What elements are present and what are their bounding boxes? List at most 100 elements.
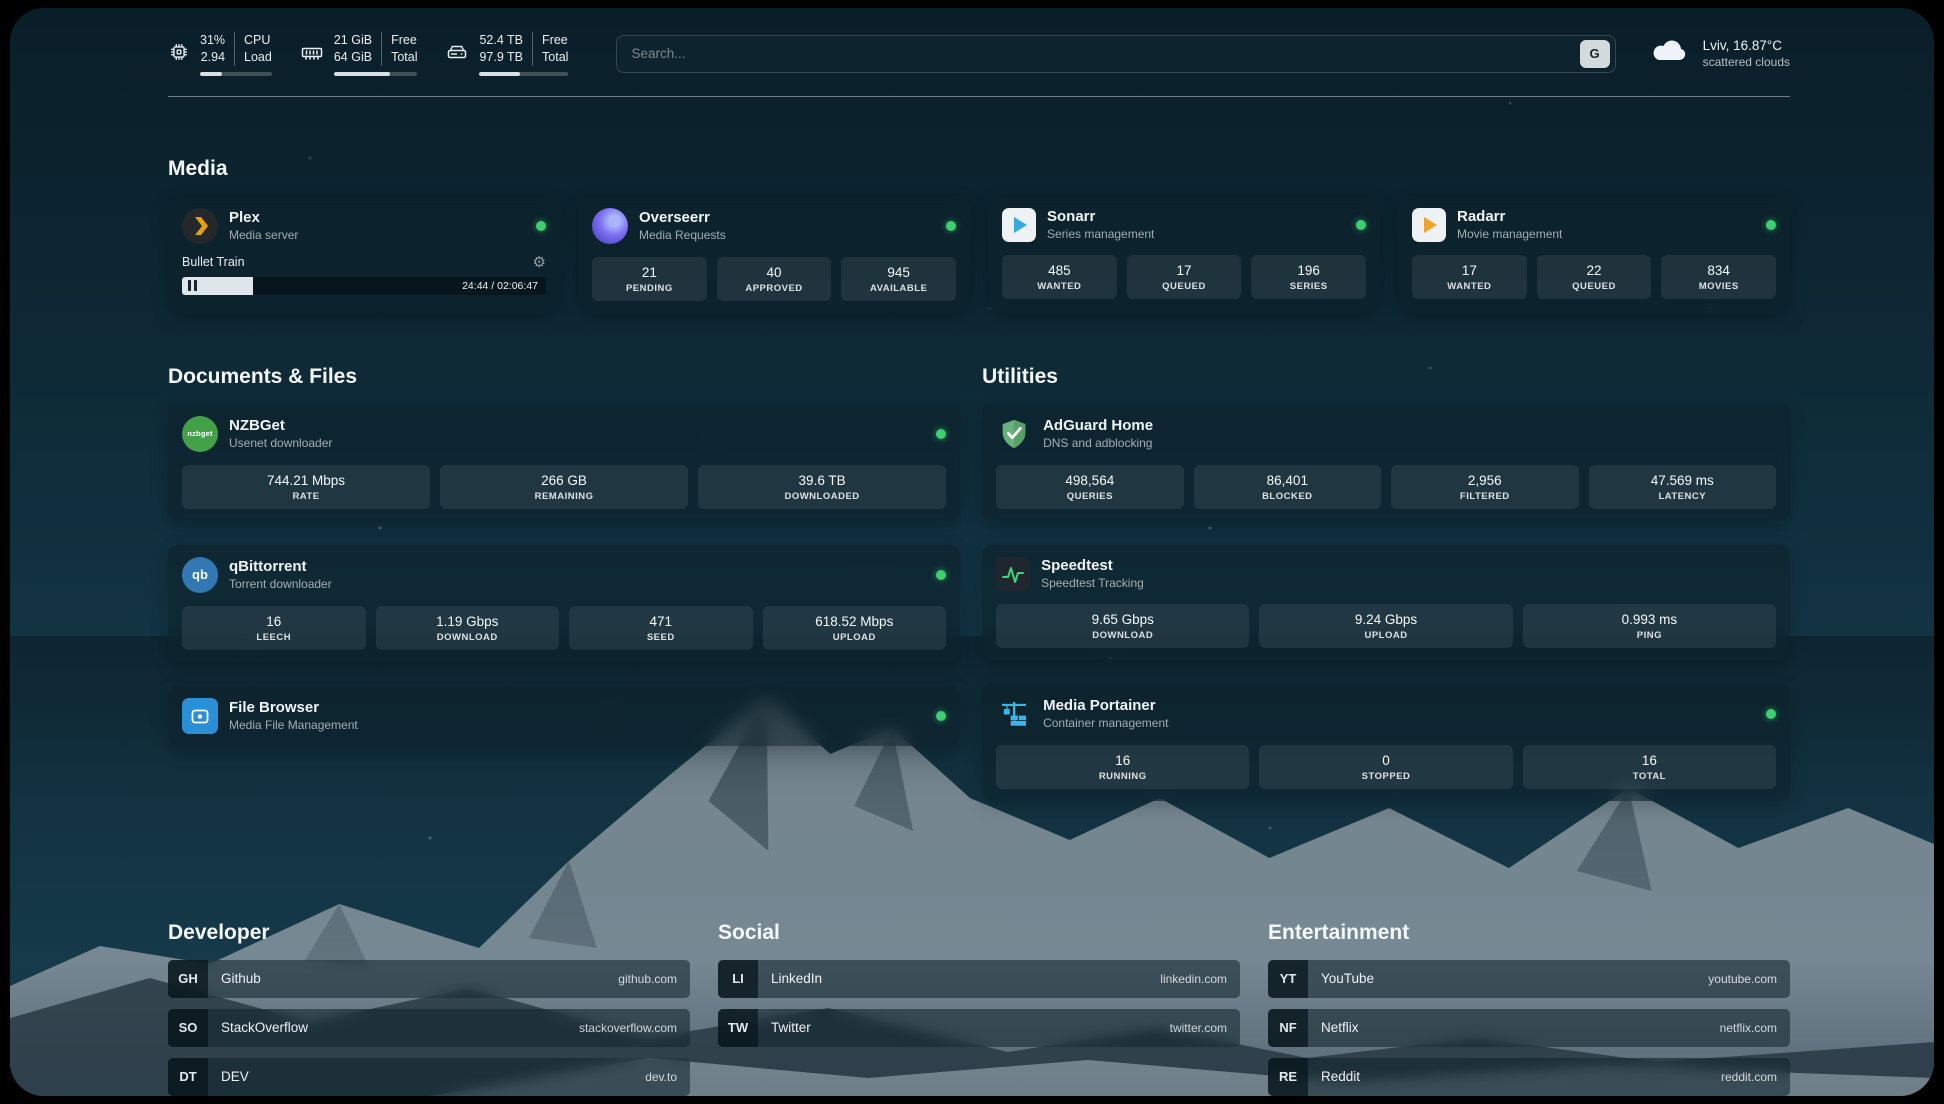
stat-value: 266 GB (444, 473, 684, 488)
search-engine-button[interactable]: G (1580, 40, 1610, 68)
section-title-entertainment: Entertainment (1268, 921, 1790, 945)
stats-row: 485 WANTED 17 QUEUED 196 SERIES (1002, 255, 1366, 299)
stat-value: 618.52 Mbps (767, 614, 943, 629)
bookmark-name: LinkedIn (771, 971, 822, 986)
status-online-dot (936, 429, 946, 439)
app-subtitle: Usenet downloader (229, 436, 332, 450)
app-card-qbittorrent[interactable]: qb qBittorrent Torrent downloader 16 (168, 545, 960, 662)
cpu-usage-label: CPU (244, 32, 270, 49)
stat-value: 2,956 (1395, 473, 1574, 488)
app-name: Sonarr (1047, 208, 1154, 225)
stat-label: MOVIES (1665, 281, 1772, 292)
memory-free-label: Free (391, 32, 417, 49)
bookmark-stackoverflow[interactable]: SO StackOverflow stackoverflow.com (168, 1009, 690, 1047)
stat-label: DOWNLOAD (380, 632, 556, 643)
weather-condition: scattered clouds (1703, 55, 1790, 69)
sonarr-icon (1002, 208, 1036, 242)
window-frame: 31% 2.94 CPU Load (0, 0, 1944, 1104)
app-card-nzbget[interactable]: nzbget NZBGet Usenet downloader 744.21 M… (168, 404, 960, 521)
bookmark-name: YouTube (1321, 971, 1374, 986)
cloud-icon (1648, 36, 1690, 71)
app-card-overseerr[interactable]: Overseerr Media Requests 21 PENDING (578, 196, 970, 313)
cpu-load-label: Load (244, 49, 272, 66)
bookmark-youtube[interactable]: YT YouTube youtube.com (1268, 960, 1790, 998)
bookmark-netflix[interactable]: NF Netflix netflix.com (1268, 1009, 1790, 1047)
stat-upload: 618.52 Mbps UPLOAD (763, 606, 947, 650)
stat-value: 9.24 Gbps (1263, 612, 1508, 627)
stat-series: 196 SERIES (1251, 255, 1366, 299)
stat-value: 17 (1416, 263, 1523, 278)
playback-progress-bar[interactable]: 24:44 / 02:06:47 (182, 277, 546, 295)
app-name: Media Portainer (1043, 697, 1168, 714)
gear-icon[interactable]: ⚙ (533, 255, 546, 270)
disk-metric: 52.4 TB 97.9 TB Free Total (445, 32, 568, 76)
stat-seed: 471 SEED (569, 606, 753, 650)
stat-wanted: 485 WANTED (1002, 255, 1117, 299)
app-card-adguard[interactable]: AdGuard Home DNS and adblocking 498,564 … (982, 404, 1790, 521)
search-bar: G (616, 35, 1615, 73)
status-online-dot (946, 221, 956, 231)
playback-time: 24:44 / 02:06:47 (462, 277, 538, 295)
nzbget-icon: nzbget (182, 416, 218, 452)
section-title-utilities: Utilities (982, 365, 1790, 389)
app-subtitle: Media Requests (639, 228, 726, 242)
stat-queries: 498,564 QUERIES (996, 465, 1183, 509)
cpu-progress-bar (200, 72, 272, 76)
stat-value: 471 (573, 614, 749, 629)
portainer-crane-icon (996, 696, 1032, 732)
bookmark-dev[interactable]: DT DEV dev.to (168, 1058, 690, 1096)
app-card-plex[interactable]: Plex Media server Bullet Train ⚙ (168, 196, 560, 313)
stat-label: STOPPED (1263, 771, 1508, 782)
app-name: AdGuard Home (1043, 417, 1153, 434)
stat-approved: 40 APPROVED (717, 257, 832, 301)
search-input[interactable] (631, 46, 1579, 61)
app-card-speedtest[interactable]: Speedtest Speedtest Tracking 9.65 Gbps D… (982, 545, 1790, 660)
speedtest-icon (996, 557, 1030, 591)
stat-value: 39.6 TB (702, 473, 942, 488)
stat-value: 0 (1263, 753, 1508, 768)
stat-value: 16 (1000, 753, 1245, 768)
middle-sections: Documents & Files nzbget NZBGet Usenet d… (168, 365, 1790, 825)
stat-label: DOWNLOADED (702, 491, 942, 502)
stat-running: 16 RUNNING (996, 745, 1249, 789)
bookmark-github[interactable]: GH Github github.com (168, 960, 690, 998)
stat-value: 86,401 (1198, 473, 1377, 488)
section-media: Media Plex Media server (168, 157, 1790, 313)
app-card-sonarr[interactable]: Sonarr Series management 485 WANTED (988, 196, 1380, 313)
bookmark-reddit[interactable]: RE Reddit reddit.com (1268, 1058, 1790, 1096)
stat-label: PING (1527, 630, 1772, 641)
app-name: Overseerr (639, 209, 726, 226)
bookmark-twitter[interactable]: TW Twitter twitter.com (718, 1009, 1240, 1047)
app-subtitle: Series management (1047, 227, 1154, 241)
disk-icon (445, 41, 469, 70)
bookmark-abbr: GH (168, 960, 208, 998)
pause-icon[interactable] (188, 280, 197, 291)
cpu-chip-icon (168, 41, 190, 68)
cpu-progress-fill (200, 72, 222, 76)
app-card-radarr[interactable]: Radarr Movie management 17 WANTED 2 (1398, 196, 1790, 313)
app-name: Plex (229, 209, 298, 226)
stat-value: 40 (721, 265, 828, 280)
bookmark-url: github.com (618, 972, 677, 986)
section-social: Social LI LinkedIn linkedin.com TW Twitt… (718, 921, 1240, 1096)
app-subtitle: Speedtest Tracking (1041, 576, 1144, 590)
disk-progress-bar (479, 72, 568, 76)
cpu-metric-body: 31% 2.94 CPU Load (200, 32, 272, 76)
app-name: NZBGet (229, 417, 332, 434)
stat-value: 498,564 (1000, 473, 1179, 488)
app-subtitle: Movie management (1457, 227, 1562, 241)
bookmark-abbr: RE (1268, 1058, 1308, 1096)
app-card-portainer[interactable]: Media Portainer Container management 16 … (982, 684, 1790, 801)
disk-free-label: Free (542, 32, 568, 49)
app-name: Speedtest (1041, 557, 1144, 574)
bookmark-name: Github (221, 971, 261, 986)
filebrowser-icon (182, 698, 218, 734)
stat-label: PENDING (596, 283, 703, 294)
app-card-filebrowser[interactable]: File Browser Media File Management (168, 686, 960, 746)
memory-metric-body: 21 GiB 64 GiB Free Total (334, 32, 418, 76)
stat-stopped: 0 STOPPED (1259, 745, 1512, 789)
qbittorrent-icon: qb (182, 557, 218, 593)
stat-label: LEECH (186, 632, 362, 643)
stats-row: 16 RUNNING 0 STOPPED 16 TOTAL (996, 745, 1776, 789)
bookmark-linkedin[interactable]: LI LinkedIn linkedin.com (718, 960, 1240, 998)
